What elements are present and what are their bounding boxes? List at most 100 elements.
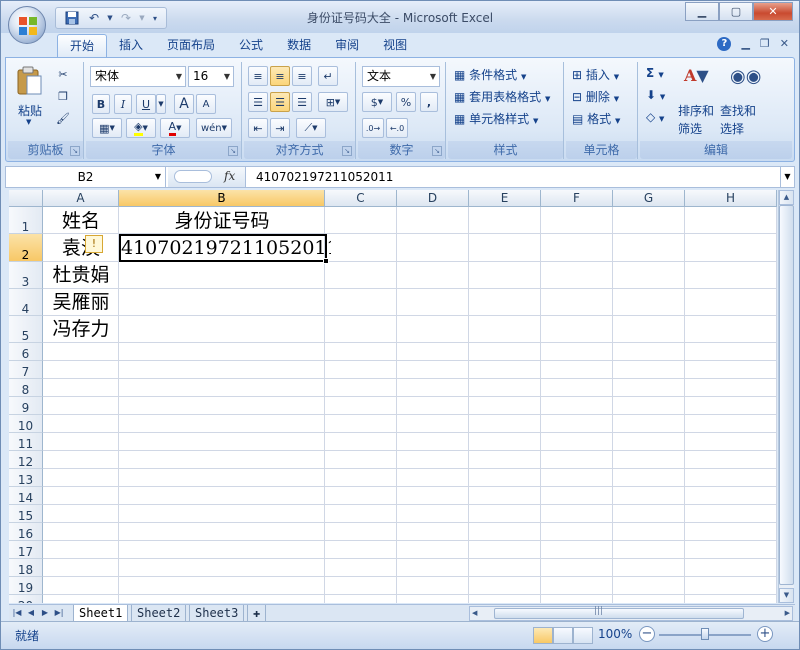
clear-icon[interactable]: ◇ ▼ (646, 110, 664, 124)
comma-button[interactable]: , (420, 92, 438, 112)
delete-cells-button[interactable]: ⊟ 删除 ▼ (572, 88, 619, 105)
increase-indent-icon[interactable]: ⇥ (270, 118, 290, 138)
help-icon[interactable]: ? (717, 37, 732, 51)
zoom-level[interactable]: 100% (598, 627, 632, 641)
wrap-text-icon[interactable]: ↵ (318, 66, 338, 86)
zoom-slider-thumb[interactable] (701, 628, 709, 640)
tab-data[interactable]: 数据 (275, 34, 323, 58)
select-all-button[interactable] (9, 190, 43, 207)
office-button[interactable] (8, 6, 46, 44)
row-header-12[interactable]: 12 (9, 451, 43, 469)
row-header-9[interactable]: 9 (9, 397, 43, 415)
copy-icon[interactable]: ❐ (52, 86, 74, 106)
row-header-2[interactable]: 2 (9, 234, 43, 262)
tab-page-layout[interactable]: 页面布局 (155, 34, 227, 58)
last-sheet-icon[interactable]: ▶| (53, 606, 65, 620)
zoom-out-icon[interactable]: − (639, 626, 655, 642)
redo-dropdown-icon[interactable]: ▼ (138, 9, 146, 27)
horizontal-scroll-thumb[interactable] (494, 608, 744, 619)
first-sheet-icon[interactable]: |◀ (11, 606, 23, 620)
row-header-19[interactable]: 19 (9, 577, 43, 595)
row-header-6[interactable]: 6 (9, 343, 43, 361)
cell-A3[interactable]: 杜贵娟 (43, 262, 119, 289)
tab-home[interactable]: 开始 (57, 34, 108, 58)
sheet-tab-1[interactable]: Sheet1 (73, 605, 129, 622)
autosum-button[interactable]: Σ ▼ (646, 66, 664, 80)
sort-filter-button[interactable]: A▼ 排序和 筛选 (678, 64, 716, 136)
grow-font-button[interactable]: A (174, 94, 194, 114)
paste-dropdown-icon[interactable]: ▼ (26, 118, 31, 126)
conditional-format-button[interactable]: ▦ 条件格式 ▼ (454, 66, 526, 83)
clipboard-launcher-icon[interactable]: ↘ (70, 146, 80, 156)
increase-decimal-icon[interactable]: .0→ (362, 118, 384, 138)
vertical-scrollbar[interactable]: ▲ ▼ (778, 190, 794, 603)
percent-button[interactable]: % (396, 92, 416, 112)
insert-function-button[interactable]: fx (224, 169, 235, 183)
row-header-17[interactable]: 17 (9, 541, 43, 559)
fill-handle[interactable] (323, 258, 329, 264)
workbook-restore-button[interactable]: ❐ (760, 37, 770, 51)
format-cells-button[interactable]: ▤ 格式 ▼ (572, 110, 620, 127)
format-as-table-button[interactable]: ▦ 套用表格格式 ▼ (454, 88, 550, 105)
prev-sheet-icon[interactable]: ◀ (25, 606, 37, 620)
font-size-combo[interactable]: 16 ▼ (188, 66, 234, 87)
borders-icon[interactable]: ▦ ▼ (92, 118, 122, 138)
vertical-scroll-thumb[interactable] (779, 205, 794, 585)
decrease-indent-icon[interactable]: ⇤ (248, 118, 268, 138)
workbook-minimize-button[interactable]: ▁ (741, 37, 749, 51)
font-launcher-icon[interactable]: ↘ (228, 146, 238, 156)
workbook-close-button[interactable]: ✕ (780, 37, 789, 51)
column-header-B[interactable]: B (119, 190, 325, 207)
number-format-combo[interactable]: 文本 ▼ (362, 66, 440, 87)
format-painter-icon[interactable]: 🖌 (52, 108, 74, 128)
insert-sheet-icon[interactable]: ✚ (247, 605, 267, 622)
sheet-tab-2[interactable]: Sheet2 (131, 605, 187, 622)
normal-view-button[interactable] (533, 627, 553, 644)
bold-button[interactable]: B (92, 94, 110, 114)
insert-cells-button[interactable]: ⊞ 插入 ▼ (572, 66, 619, 83)
paste-button[interactable]: 粘贴 ▼ (14, 64, 46, 126)
maximize-button[interactable]: ▢ (719, 2, 753, 21)
name-box[interactable]: B2 ▼ (6, 167, 166, 187)
scroll-down-icon[interactable]: ▼ (779, 588, 794, 603)
fill-color-icon[interactable]: ◈ ▼ (126, 118, 156, 138)
align-right-icon[interactable]: ☰ (292, 92, 312, 112)
column-header-F[interactable]: F (541, 190, 613, 207)
shrink-font-button[interactable]: A (196, 94, 216, 114)
tab-view[interactable]: 视图 (371, 34, 419, 58)
row-header-20[interactable]: 20 (9, 595, 43, 603)
tab-review[interactable]: 审阅 (323, 34, 371, 58)
column-header-H[interactable]: H (685, 190, 777, 207)
align-center-icon[interactable]: ☰ (270, 92, 290, 112)
row-header-8[interactable]: 8 (9, 379, 43, 397)
row-header-18[interactable]: 18 (9, 559, 43, 577)
cell-B1[interactable]: 身份证号码 (119, 208, 325, 234)
row-header-14[interactable]: 14 (9, 487, 43, 505)
underline-dropdown-icon[interactable]: ▼ (156, 94, 166, 114)
decrease-decimal-icon[interactable]: ←.0 (386, 118, 408, 138)
save-icon[interactable] (62, 9, 82, 27)
align-top-icon[interactable]: ≡ (248, 66, 268, 86)
scroll-right-icon[interactable]: ▶ (785, 607, 790, 620)
row-header-11[interactable]: 11 (9, 433, 43, 451)
undo-dropdown-icon[interactable]: ▼ (106, 9, 114, 27)
column-header-G[interactable]: G (613, 190, 685, 207)
cell-styles-button[interactable]: ▦ 单元格样式 ▼ (454, 110, 538, 127)
page-layout-view-button[interactable] (553, 627, 573, 644)
row-header-16[interactable]: 16 (9, 523, 43, 541)
minimize-button[interactable]: ▁ (685, 2, 719, 21)
cell-A5[interactable]: 冯存力 (43, 316, 119, 343)
redo-icon[interactable]: ↷ (116, 9, 136, 27)
expand-formula-bar-icon[interactable]: ▼ (780, 167, 794, 187)
error-warning-icon[interactable]: ! (85, 235, 103, 253)
tab-formulas[interactable]: 公式 (227, 34, 275, 58)
row-header-3[interactable]: 3 (9, 262, 43, 289)
row-header-10[interactable]: 10 (9, 415, 43, 433)
column-header-C[interactable]: C (325, 190, 397, 207)
row-header-4[interactable]: 4 (9, 289, 43, 316)
align-middle-icon[interactable]: ≡ (270, 66, 290, 86)
row-header-7[interactable]: 7 (9, 361, 43, 379)
font-name-combo[interactable]: 宋体 ▼ (90, 66, 186, 87)
page-break-view-button[interactable] (573, 627, 593, 644)
column-header-D[interactable]: D (397, 190, 469, 207)
